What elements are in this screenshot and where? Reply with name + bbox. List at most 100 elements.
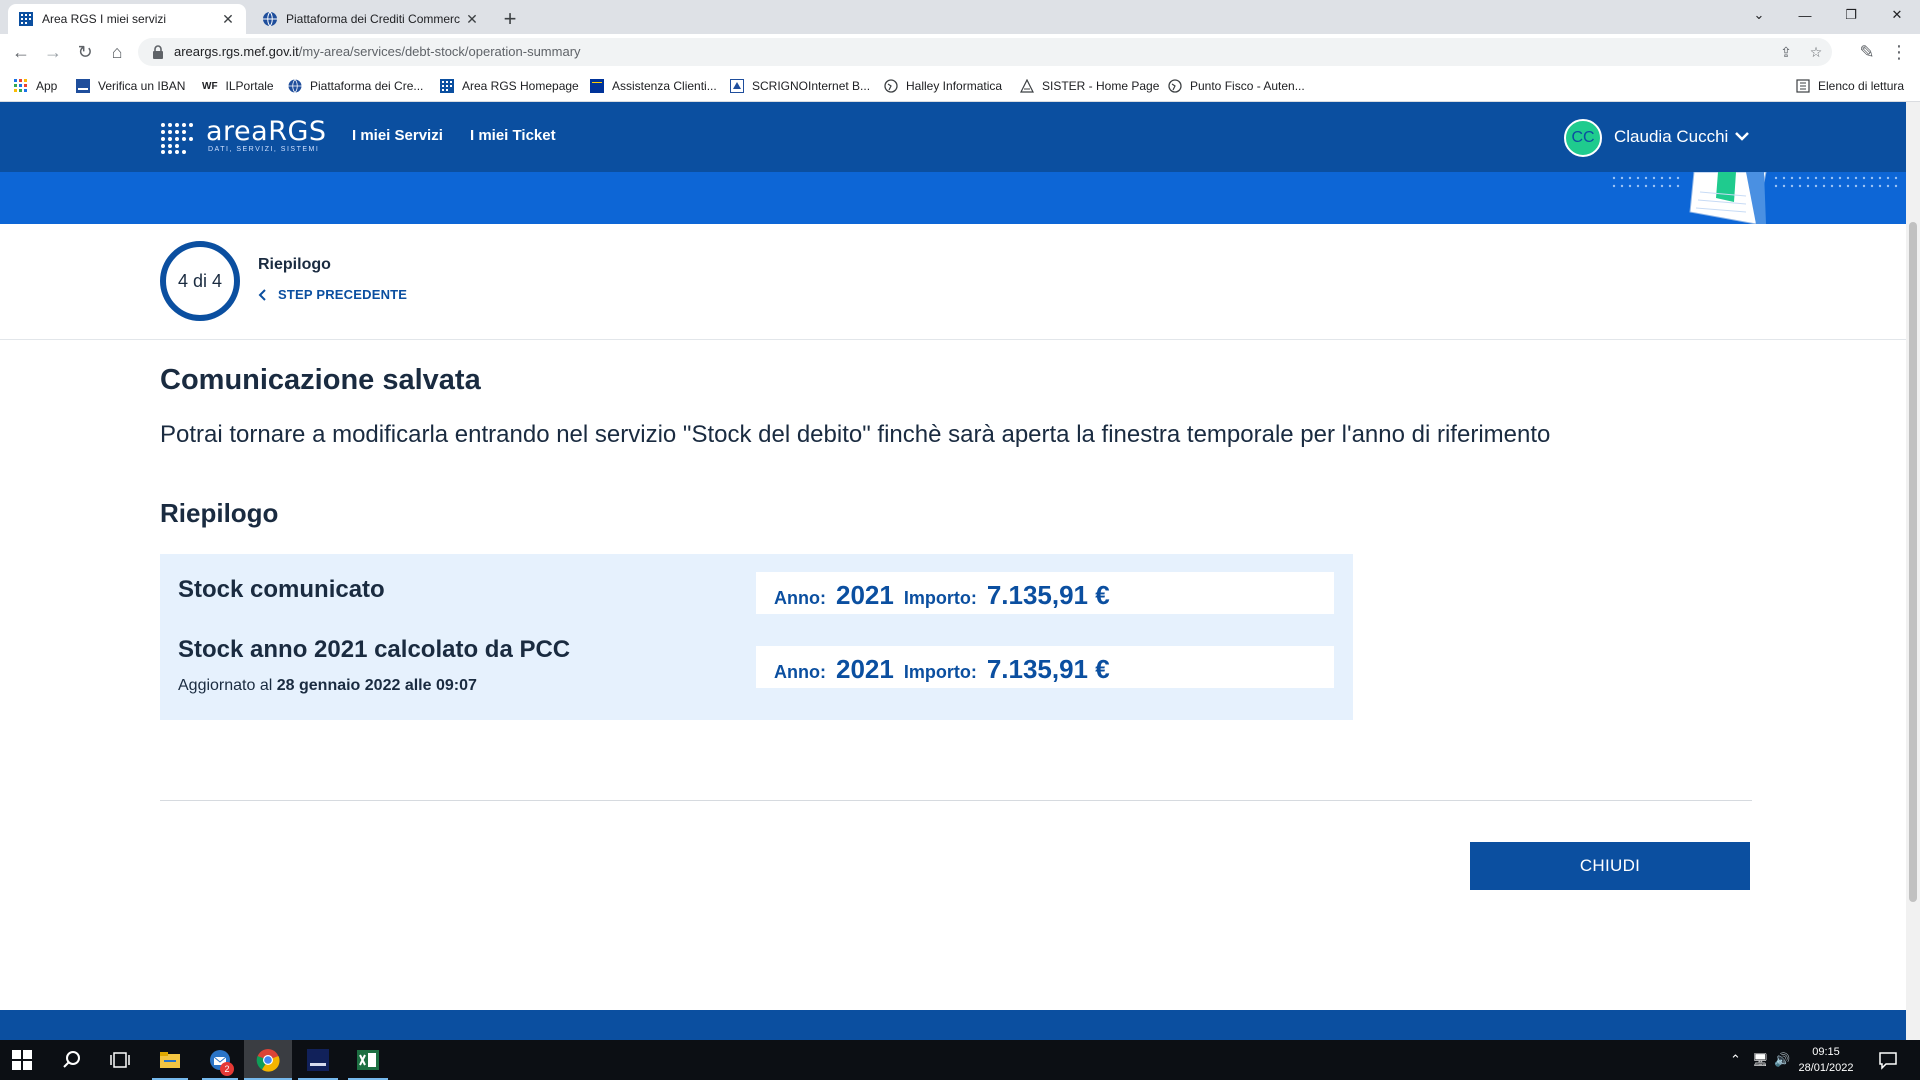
close-window-icon[interactable]: ✕: [1874, 0, 1920, 30]
bookmark-piattaforma[interactable]: Piattaforma dei Cre...: [288, 77, 423, 95]
stock-communicated-label: Stock comunicato: [178, 576, 385, 603]
documents-illustration-icon: [1612, 172, 1898, 224]
reading-list-icon: [1796, 79, 1810, 93]
logo-text[interactable]: areaRGS: [206, 116, 327, 147]
tab-title: Area RGS I miei servizi: [42, 12, 167, 26]
menu-dots-icon[interactable]: ⋮: [1888, 41, 1910, 63]
excel-icon[interactable]: [356, 1048, 380, 1072]
areargs-logo-dots-icon[interactable]: [160, 122, 194, 154]
stock-communicated-values: Anno: 2021 Importo: 7.135,91 €: [756, 572, 1334, 614]
bookmark-sister[interactable]: SISTER - Home Page: [1020, 77, 1159, 95]
chevron-down-icon[interactable]: [1734, 128, 1750, 144]
restore-icon[interactable]: ❐: [1828, 0, 1874, 30]
bookmark-punto-fisco[interactable]: Punto Fisco - Auten...: [1168, 77, 1305, 95]
extension-icon[interactable]: ✎: [1856, 41, 1878, 63]
windows-taskbar: 2 ⌃ 🖥 🔊 09:15 28/01/2022: [0, 1040, 1920, 1080]
amount-value: 7.135,91 €: [986, 654, 1110, 684]
avatar[interactable]: CC: [1564, 119, 1602, 157]
header-band: [0, 172, 1906, 224]
reading-list[interactable]: Elenco di lettura: [1796, 77, 1904, 95]
network-icon[interactable]: 🖥: [1752, 1052, 1769, 1068]
year-key: Anno:: [774, 588, 826, 608]
task-view-icon[interactable]: [108, 1048, 132, 1072]
scrollbar-thumb[interactable]: [1909, 222, 1917, 902]
globe-icon: [884, 79, 898, 93]
step-indicator: 4 di 4 Riepilogo STEP PRECEDENTE: [0, 224, 1906, 340]
year-key: Anno:: [774, 662, 826, 682]
minimize-icon[interactable]: —: [1782, 0, 1828, 30]
app-icon[interactable]: [306, 1048, 330, 1072]
bookmarks-bar: App Verifica un IBAN WF ILPortale Piatta…: [0, 70, 1920, 102]
new-tab-icon[interactable]: +: [498, 6, 522, 32]
flag-icon: [590, 79, 604, 93]
nav-my-tickets[interactable]: I miei Ticket: [470, 127, 556, 144]
home-icon[interactable]: ⌂: [106, 41, 128, 63]
url-text: areargs.rgs.mef.gov.it/my-area/services/…: [174, 44, 581, 59]
system-clock[interactable]: 09:15 28/01/2022: [1796, 1044, 1856, 1076]
sister-icon: [1020, 79, 1034, 93]
amount-key: Importo:: [903, 588, 977, 608]
forward-icon[interactable]: →: [42, 41, 64, 63]
apps-grid-icon: [14, 79, 27, 92]
tab-close-icon[interactable]: ✕: [220, 11, 236, 28]
amount-key: Importo:: [903, 662, 977, 682]
globe-icon: [1168, 79, 1182, 93]
divider: [160, 800, 1752, 801]
search-icon[interactable]: [60, 1048, 84, 1072]
page-description: Potrai tornare a modificarla entrando ne…: [160, 421, 1551, 448]
bookmark-verifica-iban[interactable]: Verifica un IBAN: [76, 77, 185, 95]
chevron-left-icon: [258, 288, 266, 301]
chevron-up-icon[interactable]: ⌃: [1730, 1052, 1741, 1068]
back-icon[interactable]: ←: [10, 41, 32, 63]
share-icon[interactable]: ⇪: [1778, 44, 1794, 60]
bookmark-star-icon[interactable]: ☆: [1808, 44, 1824, 60]
volume-icon[interactable]: 🔊: [1774, 1052, 1790, 1068]
clock-time: 09:15: [1812, 1046, 1840, 1058]
bookmark-scrigno[interactable]: SCRIGNOInternet B...: [730, 77, 870, 95]
clock-date: 28/01/2022: [1798, 1062, 1854, 1074]
tab-title: Piattaforma dei Crediti Commerc: [286, 12, 461, 26]
page-title: Comunicazione salvata: [160, 364, 481, 396]
step-counter: 4 di 4: [160, 241, 240, 321]
site-header: areaRGS DATI, SERVIZI, SISTEMI I miei Se…: [0, 102, 1906, 172]
areargs-favicon-icon: [19, 12, 33, 26]
user-name[interactable]: Claudia Cucchi: [1614, 127, 1728, 147]
file-explorer-icon[interactable]: [158, 1048, 182, 1072]
bookmark-app[interactable]: App: [14, 77, 57, 95]
bookmark-ilportale[interactable]: WF ILPortale: [202, 77, 274, 95]
lock-icon: [153, 45, 163, 59]
page-scrollbar[interactable]: [1906, 102, 1920, 1040]
address-bar[interactable]: areargs.rgs.mef.gov.it/my-area/services/…: [138, 38, 1832, 66]
tab-search-icon[interactable]: ⌄: [1736, 0, 1782, 30]
notification-badge: 2: [220, 1062, 234, 1076]
year-value: 2021: [835, 580, 894, 610]
bookmark-assistenza-clienti[interactable]: Assistenza Clienti...: [590, 77, 717, 95]
updated-at: Aggiornato al 28 gennaio 2022 alle 09:07: [178, 677, 477, 694]
windows-start-icon[interactable]: [12, 1050, 32, 1070]
chrome-icon[interactable]: [256, 1048, 280, 1072]
areargs-icon: [440, 79, 454, 93]
screen: Area RGS I miei servizi ✕ Piattaforma de…: [0, 0, 1920, 1080]
scrigno-icon: [730, 79, 744, 93]
tab-piattaforma-crediti[interactable]: Piattaforma dei Crediti Commerc ✕: [252, 4, 490, 34]
tab-area-rgs[interactable]: Area RGS I miei servizi ✕: [8, 4, 246, 34]
action-center-icon[interactable]: [1876, 1048, 1900, 1072]
stock-pcc-label: Stock anno 2021 calcolato da PCC: [178, 636, 571, 663]
globe-favicon-icon: [263, 11, 277, 27]
step-title: Riepilogo: [258, 256, 331, 273]
reload-icon[interactable]: ↻: [74, 41, 96, 63]
browser-toolbar: ← → ↻ ⌂ areargs.rgs.mef.gov.it/my-area/s…: [0, 34, 1920, 70]
summary-heading: Riepilogo: [160, 498, 279, 528]
summary-panel: Stock comunicato Anno: 2021 Importo: 7.1…: [160, 554, 1353, 720]
browser-tab-strip: Area RGS I miei servizi ✕ Piattaforma de…: [0, 0, 1920, 34]
close-button[interactable]: CHIUDI: [1470, 842, 1750, 890]
bookmark-halley[interactable]: Halley Informatica: [884, 77, 1002, 95]
bookmark-area-rgs-homepage[interactable]: Area RGS Homepage: [440, 77, 579, 95]
nav-my-services[interactable]: I miei Servizi: [352, 127, 443, 144]
previous-step-link[interactable]: STEP PRECEDENTE: [258, 287, 407, 302]
stock-pcc-values: Anno: 2021 Importo: 7.135,91 €: [756, 646, 1334, 688]
year-value: 2021: [835, 654, 894, 684]
globe-icon: [288, 79, 302, 93]
logo-tagline: DATI, SERVIZI, SISTEMI: [208, 146, 320, 153]
tab-close-icon[interactable]: ✕: [464, 11, 480, 28]
